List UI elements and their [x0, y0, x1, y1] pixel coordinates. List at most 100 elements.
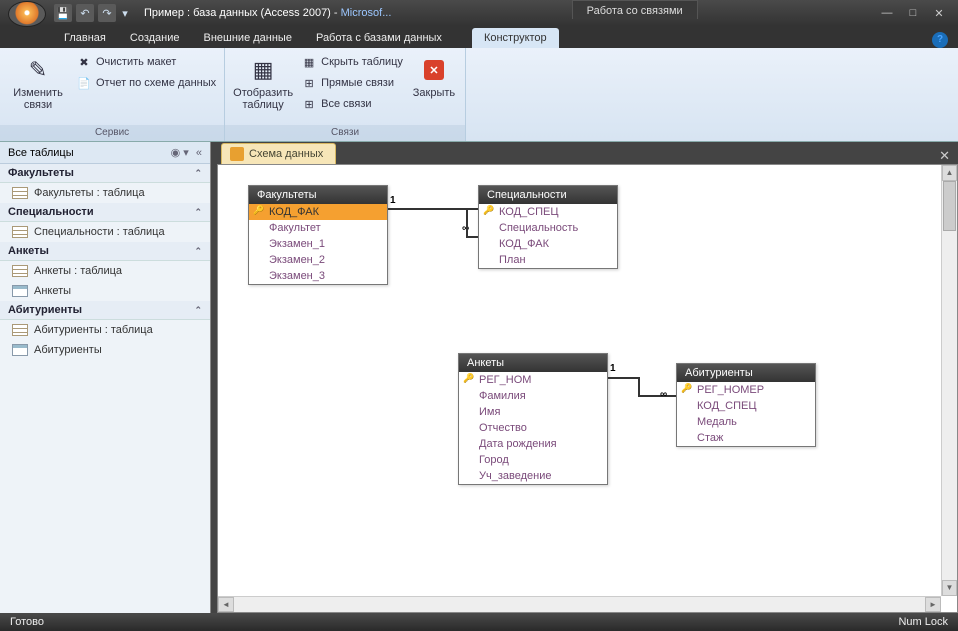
horizontal-scrollbar[interactable]: ◄ ►	[218, 596, 941, 612]
minimize-button[interactable]: —	[878, 7, 896, 20]
table-field[interactable]: Город	[459, 452, 607, 468]
show-table-button[interactable]: ▦ Отобразить таблицу	[231, 51, 295, 115]
scroll-down-icon[interactable]: ▼	[942, 580, 957, 596]
nav-item-label: Анкеты : таблица	[34, 265, 122, 277]
tab-dbtools[interactable]: Работа с базами данных	[304, 28, 454, 48]
nav-collapse-icon[interactable]: «	[196, 147, 202, 159]
nav-group-header[interactable]: Анкеты⌃	[0, 242, 210, 261]
clear-icon: ✖	[76, 54, 92, 70]
table-add-icon: ▦	[247, 55, 279, 85]
table-field[interactable]: Стаж	[677, 430, 815, 446]
relationship-line[interactable]	[638, 395, 676, 397]
table-title: Факультеты	[249, 186, 387, 204]
nav-item[interactable]: Абитуриенты : таблица	[0, 320, 210, 340]
table-field[interactable]: План	[479, 252, 617, 268]
vertical-scrollbar[interactable]: ▲ ▼	[941, 165, 957, 596]
cardinality-one: 1	[390, 195, 396, 206]
table-icon	[12, 226, 28, 238]
window-title: Пример : база данных (Access 2007) - Mic…	[144, 7, 391, 19]
table-field[interactable]: Отчество	[459, 420, 607, 436]
table-box-faculties[interactable]: ФакультетыКОД_ФАКФакультетЭкзамен_1Экзам…	[248, 185, 388, 285]
tab-design[interactable]: Конструктор	[472, 28, 559, 48]
table-box-applicants[interactable]: АбитуриентыРЕГ_НОМЕРКОД_СПЕЦМедальСтаж	[676, 363, 816, 447]
status-bar: Готово Num Lock	[0, 613, 958, 631]
pencil-icon: ✎	[22, 55, 54, 85]
nav-item[interactable]: Анкеты	[0, 281, 210, 301]
cardinality-many: ∞	[660, 389, 667, 400]
relationships-icon	[230, 147, 244, 161]
direct-icon: ⊞	[301, 75, 317, 91]
table-field[interactable]: Факультет	[249, 220, 387, 236]
table-field[interactable]: Экзамен_3	[249, 268, 387, 284]
help-icon[interactable]: ?	[932, 32, 948, 48]
table-field[interactable]: Дата рождения	[459, 436, 607, 452]
relationships-canvas[interactable]: ФакультетыКОД_ФАКФакультетЭкзамен_1Экзам…	[217, 164, 958, 613]
table-field[interactable]: КОД_СПЕЦ	[479, 204, 617, 220]
clear-layout-button[interactable]: ✖Очистить макет	[74, 53, 218, 71]
table-title: Специальности	[479, 186, 617, 204]
tab-home[interactable]: Главная	[52, 28, 118, 48]
table-title: Абитуриенты	[677, 364, 815, 382]
table-field[interactable]: КОД_СПЕЦ	[677, 398, 815, 414]
all-relationships-button[interactable]: ⊞Все связи	[299, 95, 405, 113]
nav-group-header[interactable]: Абитуриенты⌃	[0, 301, 210, 320]
table-field[interactable]: КОД_ФАК	[249, 204, 387, 220]
table-box-specialties[interactable]: СпециальностиКОД_СПЕЦСпециальностьКОД_ФА…	[478, 185, 618, 269]
qat-dropdown-icon[interactable]: ▾	[120, 4, 130, 22]
nav-item[interactable]: Факультеты : таблица	[0, 183, 210, 203]
document-close-button[interactable]: ✕	[931, 148, 958, 164]
document-tab[interactable]: Схема данных	[221, 143, 336, 164]
close-button[interactable]: ✕ Закрыть	[409, 51, 459, 103]
nav-item[interactable]: Анкеты : таблица	[0, 261, 210, 281]
table-field[interactable]: РЕГ_НОМЕР	[677, 382, 815, 398]
status-numlock: Num Lock	[898, 616, 948, 628]
scroll-right-icon[interactable]: ►	[925, 597, 941, 612]
table-field[interactable]: РЕГ_НОМ	[459, 372, 607, 388]
relationship-line[interactable]	[608, 377, 638, 379]
nav-item[interactable]: Специальности : таблица	[0, 222, 210, 242]
main-area: Все таблицы ◉ ▾ « Факультеты⌃Факультеты …	[0, 142, 958, 613]
relationship-line[interactable]	[638, 377, 640, 395]
nav-group-header[interactable]: Факультеты⌃	[0, 164, 210, 183]
hide-table-button[interactable]: ▦Скрыть таблицу	[299, 53, 405, 71]
table-field[interactable]: Экзамен_1	[249, 236, 387, 252]
scroll-up-icon[interactable]: ▲	[942, 165, 957, 181]
edit-relationships-button[interactable]: ✎ Изменить связи	[6, 51, 70, 115]
relationship-report-button[interactable]: 📄Отчет по схеме данных	[74, 74, 218, 92]
table-field[interactable]: Медаль	[677, 414, 815, 430]
ribbon: ✎ Изменить связи ✖Очистить макет 📄Отчет …	[0, 48, 958, 142]
table-field[interactable]: Экзамен_2	[249, 252, 387, 268]
nav-item-label: Анкеты	[34, 285, 71, 297]
document-area: Схема данных ✕ ФакультетыКОД_ФАКФакульте…	[217, 142, 958, 613]
qat-undo-icon[interactable]: ↶	[76, 4, 94, 22]
direct-relationships-button[interactable]: ⊞Прямые связи	[299, 74, 405, 92]
table-field[interactable]: КОД_ФАК	[479, 236, 617, 252]
qat-save-icon[interactable]: 💾	[54, 4, 72, 22]
tab-create[interactable]: Создание	[118, 28, 192, 48]
report-icon: 📄	[76, 75, 92, 91]
table-field[interactable]: Имя	[459, 404, 607, 420]
nav-header[interactable]: Все таблицы ◉ ▾ «	[0, 142, 210, 164]
scroll-thumb[interactable]	[943, 181, 956, 231]
close-icon: ✕	[418, 55, 450, 85]
qat-redo-icon[interactable]: ↷	[98, 4, 116, 22]
form-icon	[12, 285, 28, 297]
office-button[interactable]	[8, 1, 46, 27]
maximize-button[interactable]: □	[904, 7, 922, 20]
table-field[interactable]: Специальность	[479, 220, 617, 236]
all-icon: ⊞	[301, 96, 317, 112]
title-bar: 💾 ↶ ↷ ▾ Пример : база данных (Access 200…	[0, 0, 958, 26]
relationship-line[interactable]	[466, 208, 468, 236]
nav-group-header[interactable]: Специальности⌃	[0, 203, 210, 222]
close-window-button[interactable]: ✕	[930, 7, 948, 20]
table-box-anketes[interactable]: АнкетыРЕГ_НОМФамилияИмяОтчествоДата рожд…	[458, 353, 608, 485]
table-icon	[12, 187, 28, 199]
tab-external[interactable]: Внешние данные	[192, 28, 304, 48]
nav-item[interactable]: Абитуриенты	[0, 340, 210, 360]
table-field[interactable]: Уч_заведение	[459, 468, 607, 484]
relationship-line[interactable]	[466, 236, 478, 238]
table-field[interactable]: Фамилия	[459, 388, 607, 404]
relationship-line[interactable]	[388, 208, 478, 210]
scroll-left-icon[interactable]: ◄	[218, 597, 234, 612]
nav-dropdown-icon[interactable]: ◉ ▾	[171, 146, 189, 159]
